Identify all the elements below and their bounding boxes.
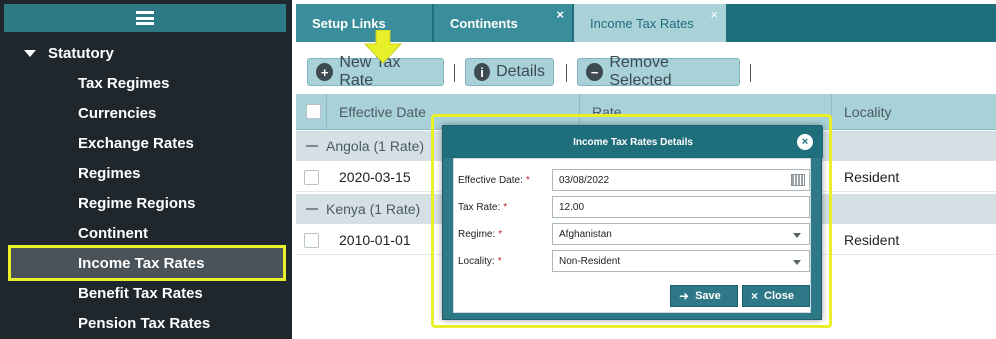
sidebar-item-exchange-rates[interactable]: Exchange Rates: [78, 131, 194, 155]
sidebar-section-statutory[interactable]: Statutory: [24, 43, 114, 63]
minus-icon: −: [586, 63, 604, 81]
row-checkbox[interactable]: [304, 169, 319, 185]
remove-selected-button[interactable]: − Remove Selected: [577, 54, 740, 89]
tab-continents[interactable]: Continents ×: [434, 4, 572, 42]
toolbar-separator: [750, 64, 751, 82]
chevron-down-icon: [793, 260, 801, 265]
sidebar-item-regimes[interactable]: Regimes: [78, 161, 141, 185]
effective-date-label: Effective Date: *: [458, 174, 530, 186]
locality-select[interactable]: Non-Resident: [552, 250, 810, 272]
required-marker: *: [498, 228, 503, 240]
sidebar-item-pension-tax-rates[interactable]: Pension Tax Rates: [78, 311, 210, 335]
sidebar-section-label: Statutory: [48, 44, 114, 62]
select-all-checkbox[interactable]: [306, 104, 321, 119]
cell-locality: Resident: [844, 232, 900, 248]
close-icon[interactable]: ×: [710, 7, 718, 22]
sidebar-item-currencies[interactable]: Currencies: [78, 101, 156, 125]
save-label: Save: [695, 290, 721, 302]
dialog-title: Income Tax Rates Details: [443, 126, 823, 158]
plus-icon: +: [316, 63, 334, 81]
sidebar-item-tax-regimes[interactable]: Tax Regimes: [78, 71, 169, 95]
sidebar-item-income-tax-rates[interactable]: Income Tax Rates: [8, 245, 286, 281]
regime-value: Afghanistan: [559, 228, 612, 240]
sidebar-item-benefit-tax-rates[interactable]: Benefit Tax Rates: [78, 281, 203, 305]
required-marker: *: [497, 255, 502, 267]
tab-label: Setup Links: [312, 15, 386, 31]
tax-rate-value: 12.00: [559, 201, 585, 213]
required-marker: *: [525, 174, 530, 186]
calendar-icon[interactable]: [791, 174, 805, 186]
close-icon[interactable]: ×: [556, 7, 564, 22]
regime-select[interactable]: Afghanistan: [552, 223, 810, 245]
locality-label: Locality: *: [458, 255, 502, 267]
column-header-locality[interactable]: Locality: [831, 94, 996, 130]
cell-locality: Resident: [844, 169, 900, 185]
close-icon: ×: [751, 289, 759, 303]
sidebar-item-continent[interactable]: Continent: [78, 221, 148, 245]
tax-rate-label: Tax Rate: *: [458, 201, 508, 213]
regime-label: Regime: *: [458, 228, 503, 240]
tab-income-tax-rates[interactable]: Income Tax Rates ×: [574, 4, 726, 42]
tab-label: Income Tax Rates: [590, 15, 694, 31]
sidebar: Statutory Tax Regimes Currencies Exchang…: [0, 0, 292, 339]
toolbar-separator: [566, 64, 567, 82]
required-marker: *: [503, 201, 508, 213]
group-label: Angola (1 Rate): [326, 138, 425, 154]
cell-effective-date: 2010-01-01: [339, 232, 411, 248]
details-button[interactable]: i Details: [465, 58, 554, 86]
caret-down-icon: [24, 49, 36, 57]
close-label: Close: [764, 290, 794, 302]
income-tax-rates-dialog: Income Tax Rates Details × Effective Dat…: [442, 125, 823, 320]
remove-selected-label: Remove Selected: [609, 54, 672, 89]
save-button[interactable]: ➜ Save: [670, 285, 738, 307]
close-icon[interactable]: ×: [797, 134, 813, 150]
chevron-down-icon: [793, 233, 801, 238]
info-icon: i: [474, 63, 491, 81]
tab-label: Continents: [450, 15, 518, 31]
pointer-arrow-icon: [363, 30, 403, 64]
details-label: Details: [496, 63, 545, 80]
collapse-icon[interactable]: [306, 145, 318, 147]
save-icon: ➜: [679, 289, 690, 303]
group-label: Kenya (1 Rate): [326, 201, 421, 217]
sidebar-item-regime-regions[interactable]: Regime Regions: [78, 191, 196, 215]
dialog-body: Effective Date: * 03/08/2022 Tax Rate: * 1…: [453, 158, 811, 313]
close-button[interactable]: × Close: [742, 285, 810, 307]
tax-rate-field[interactable]: 12.00: [552, 196, 810, 218]
effective-date-field[interactable]: 03/08/2022: [552, 169, 810, 191]
row-checkbox[interactable]: [304, 232, 319, 248]
hamburger-icon: [136, 11, 154, 25]
menu-toggle-button[interactable]: [4, 4, 286, 32]
cell-effective-date: 2020-03-15: [339, 169, 411, 185]
collapse-icon[interactable]: [306, 208, 318, 210]
effective-date-value: 03/08/2022: [559, 174, 610, 186]
toolbar-separator: [454, 64, 455, 82]
locality-value: Non-Resident: [559, 255, 621, 267]
